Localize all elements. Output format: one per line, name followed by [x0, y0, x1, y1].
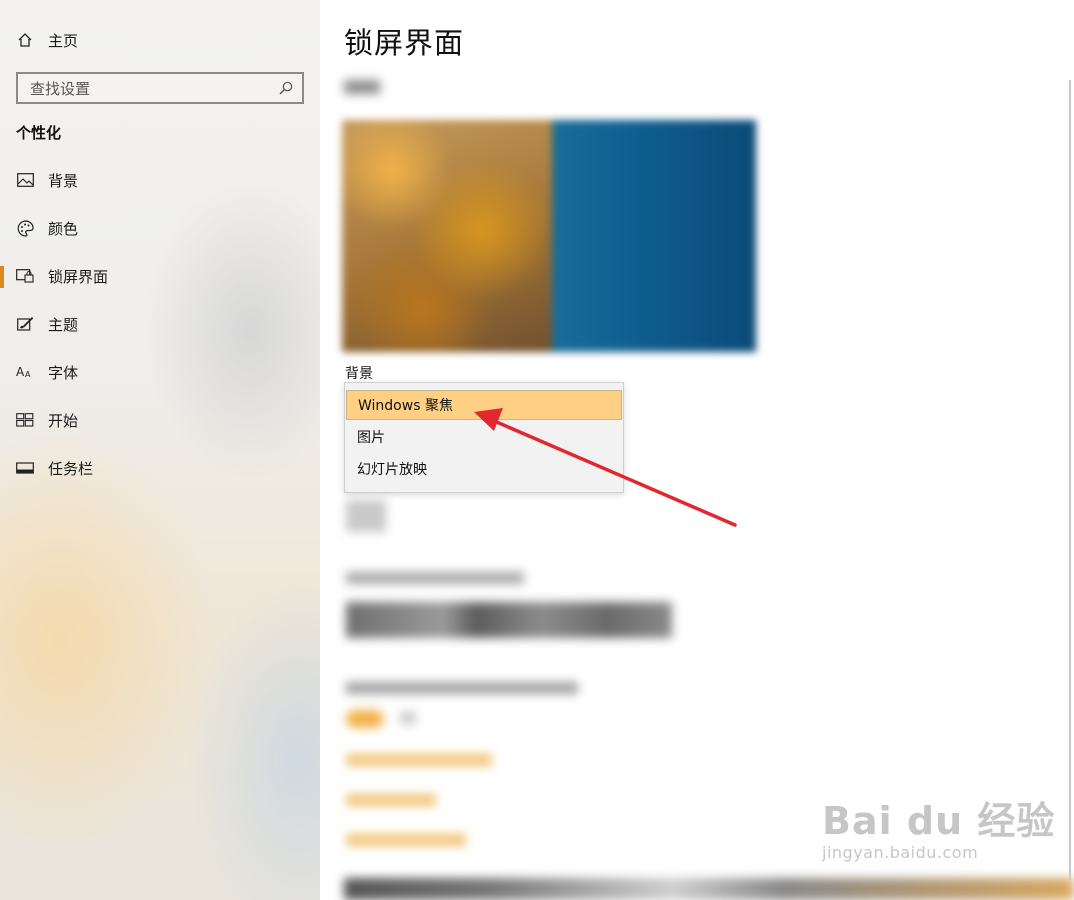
scrollbar[interactable]	[1069, 80, 1071, 880]
blurred-link	[346, 834, 466, 846]
blurred-toggle	[346, 710, 384, 728]
blurred-label	[346, 682, 578, 694]
blurred-link	[346, 794, 436, 806]
blurred-app-icons-row	[346, 602, 672, 638]
blurred-button	[346, 500, 386, 532]
blurred-link	[346, 754, 492, 766]
blurred-label	[346, 572, 524, 584]
annotation-arrow	[474, 408, 737, 527]
watermark-subtext: jingyan.baidu.com	[822, 843, 979, 862]
baidu-watermark: Bai du 经验 jingyan.baidu.com	[822, 790, 1055, 862]
watermark-text: Bai du 经验	[822, 799, 1056, 843]
blurred-footer-strip	[344, 878, 1074, 900]
blurred-toggle-text	[400, 712, 416, 724]
